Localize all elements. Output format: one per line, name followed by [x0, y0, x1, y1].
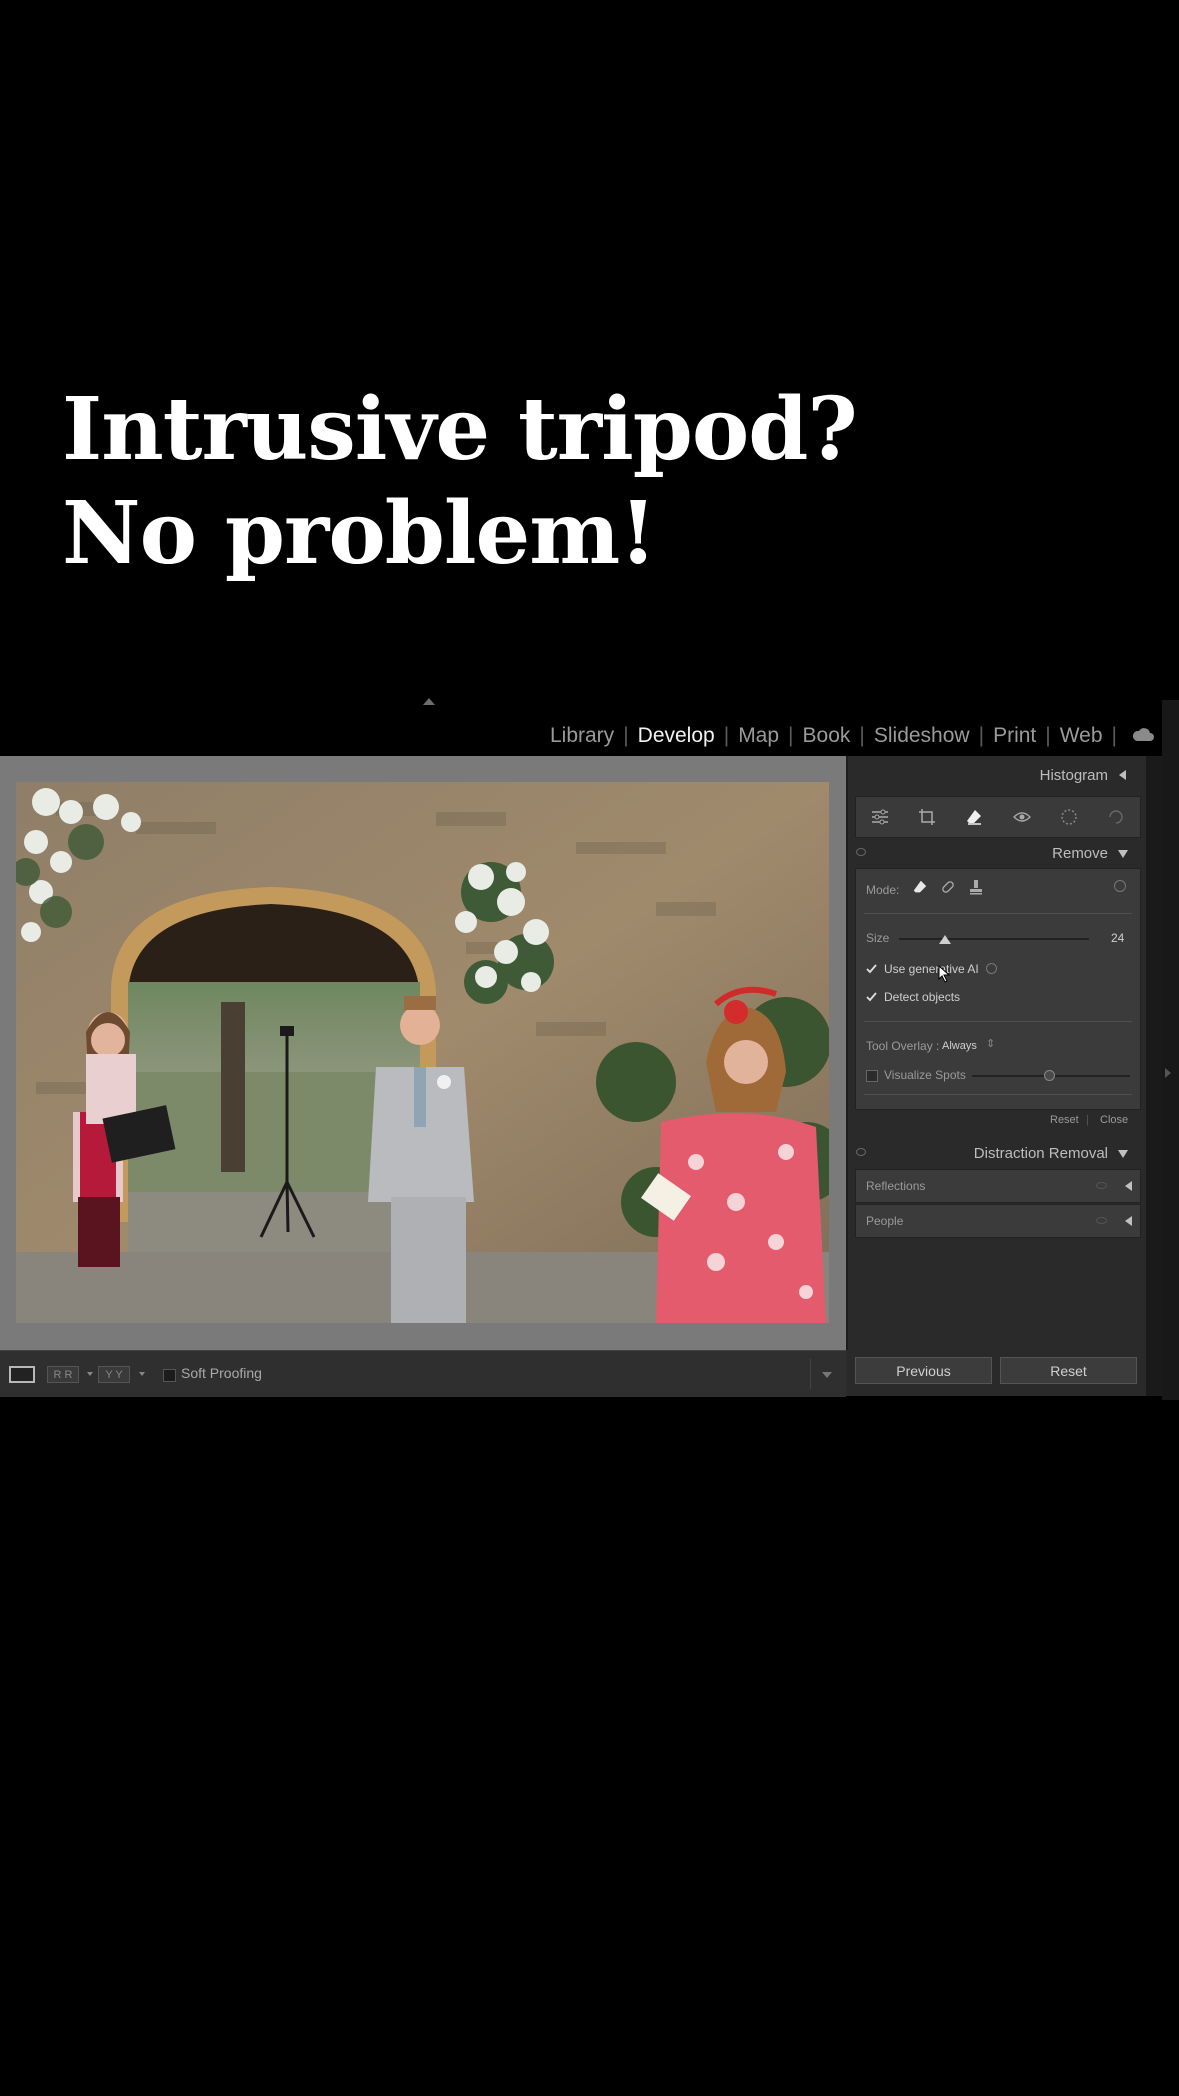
right-panel: Histogram Remove Mode: Size 24 Use gener…: [848, 756, 1146, 1396]
collapse-arrow-icon[interactable]: [1125, 1216, 1132, 1226]
red-eye-icon[interactable]: [1012, 807, 1032, 827]
module-separator: |: [1111, 724, 1117, 747]
headline-line-1: Intrusive tripod?: [62, 379, 858, 480]
expand-arrow-icon: [1118, 1150, 1128, 1158]
module-web[interactable]: Web: [1060, 724, 1103, 748]
top-panel-collapse-icon[interactable]: [423, 698, 435, 705]
remove-header[interactable]: Remove: [848, 838, 1138, 868]
edit-sliders-icon[interactable]: [870, 807, 890, 827]
headline-line-2: No problem!: [62, 483, 657, 584]
mouse-cursor-icon: [938, 965, 950, 983]
size-label: Size: [866, 931, 890, 945]
soft-proofing-label: Soft Proofing: [181, 1365, 262, 1381]
lightroom-window: R R Y Y Soft Proofing Histogram Remove M…: [0, 756, 1162, 1397]
divider: [864, 913, 1132, 914]
eye-icon[interactable]: [856, 848, 866, 856]
module-picker: Library | Develop | Map | Book | Slideshow | …: [540, 720, 1126, 752]
module-book[interactable]: Book: [803, 724, 851, 748]
module-map[interactable]: Map: [738, 724, 779, 748]
chevron-down-icon[interactable]: [87, 1372, 93, 1376]
divider: [864, 1021, 1132, 1022]
size-slider-thumb[interactable]: [939, 935, 951, 944]
expand-right-icon[interactable]: [1165, 1068, 1171, 1078]
module-separator: |: [978, 724, 985, 747]
visualize-spots-label[interactable]: Visualize Spots: [884, 1068, 966, 1082]
remove-reset-link[interactable]: Reset: [1050, 1114, 1079, 1126]
remove-mode-icon[interactable]: [912, 879, 928, 900]
module-separator: |: [723, 724, 730, 747]
overlay-dropdown-icon[interactable]: ⇕: [986, 1037, 995, 1050]
remove-eraser-icon[interactable]: [964, 807, 984, 827]
before-after-rr-button[interactable]: R R: [47, 1366, 79, 1383]
people-row[interactable]: People: [855, 1204, 1141, 1238]
soft-proofing-checkbox[interactable]: [163, 1369, 176, 1382]
before-after-yy-button[interactable]: Y Y: [98, 1366, 130, 1383]
module-separator: |: [623, 724, 629, 747]
remove-title: Remove: [1052, 845, 1108, 862]
remove-panel: Mode: Size 24 Use generative AI Detect o…: [855, 868, 1141, 1126]
reset-button[interactable]: Reset: [1000, 1357, 1137, 1384]
separator: |: [1086, 1114, 1089, 1126]
eye-icon[interactable]: [1096, 1182, 1107, 1189]
visualize-slider-thumb[interactable]: [1044, 1070, 1055, 1081]
crop-icon[interactable]: [917, 807, 937, 827]
cloud-icon[interactable]: [1132, 726, 1154, 742]
right-panel-scrollbar[interactable]: [1146, 756, 1162, 1396]
tool-overlay-label: Tool Overlay :: [866, 1039, 940, 1053]
eye-icon[interactable]: [856, 1148, 866, 1156]
tool-overlay-value[interactable]: Always: [942, 1040, 977, 1052]
eye-icon[interactable]: [1096, 1217, 1107, 1224]
reflections-label: Reflections: [866, 1179, 926, 1193]
info-icon[interactable]: [1114, 880, 1126, 892]
photo-toolbar: R R Y Y Soft Proofing: [0, 1350, 846, 1397]
people-label: People: [866, 1214, 904, 1228]
expand-arrow-icon: [1118, 850, 1128, 858]
clone-mode-icon[interactable]: [968, 879, 984, 900]
adjacent-window-edge: [1162, 700, 1179, 1400]
distraction-removal-title: Distraction Removal: [973, 1145, 1108, 1162]
module-separator: |: [859, 724, 865, 747]
collapse-arrow-icon: [1119, 770, 1126, 780]
module-print[interactable]: Print: [993, 724, 1036, 748]
size-value[interactable]: 24: [1111, 931, 1124, 945]
module-separator: |: [788, 724, 794, 747]
distraction-removal-header[interactable]: Distraction Removal: [848, 1138, 1138, 1168]
detect-objects-checkbox[interactable]: [866, 991, 877, 1002]
remove-close-link[interactable]: Close: [1100, 1114, 1128, 1126]
use-gen-ai-label[interactable]: Use generative AI: [884, 962, 979, 976]
loupe-view-button[interactable]: [9, 1366, 35, 1383]
presets-icon[interactable]: [1106, 807, 1126, 827]
previous-button[interactable]: Previous: [855, 1357, 992, 1384]
mode-label: Mode:: [866, 883, 900, 897]
histogram-header[interactable]: Histogram: [848, 760, 1138, 790]
divider: [864, 1094, 1132, 1095]
chevron-down-icon[interactable]: [139, 1372, 145, 1376]
wedding-photo[interactable]: [16, 782, 829, 1323]
module-library[interactable]: Library: [550, 724, 614, 748]
heal-mode-icon[interactable]: [940, 879, 956, 900]
gen-ai-info-icon[interactable]: [986, 963, 997, 974]
histogram-title: Histogram: [1039, 767, 1108, 784]
module-develop[interactable]: Develop: [638, 724, 715, 748]
module-slideshow[interactable]: Slideshow: [874, 724, 970, 748]
size-slider-track[interactable]: [899, 938, 1089, 940]
collapse-arrow-icon[interactable]: [1125, 1181, 1132, 1191]
photo-image: [16, 782, 829, 1323]
masking-icon[interactable]: [1059, 807, 1079, 827]
visualize-spots-checkbox[interactable]: [866, 1070, 878, 1082]
module-separator: |: [1045, 724, 1051, 747]
photo-canvas[interactable]: [0, 756, 848, 1350]
reflections-row[interactable]: Reflections: [855, 1169, 1141, 1203]
toolbar-menu-button[interactable]: [810, 1359, 841, 1389]
headline: Intrusive tripod? No problem!: [62, 378, 858, 586]
use-gen-ai-checkbox[interactable]: [866, 963, 877, 974]
develop-tool-strip: [855, 796, 1141, 838]
detect-objects-label[interactable]: Detect objects: [884, 990, 960, 1004]
